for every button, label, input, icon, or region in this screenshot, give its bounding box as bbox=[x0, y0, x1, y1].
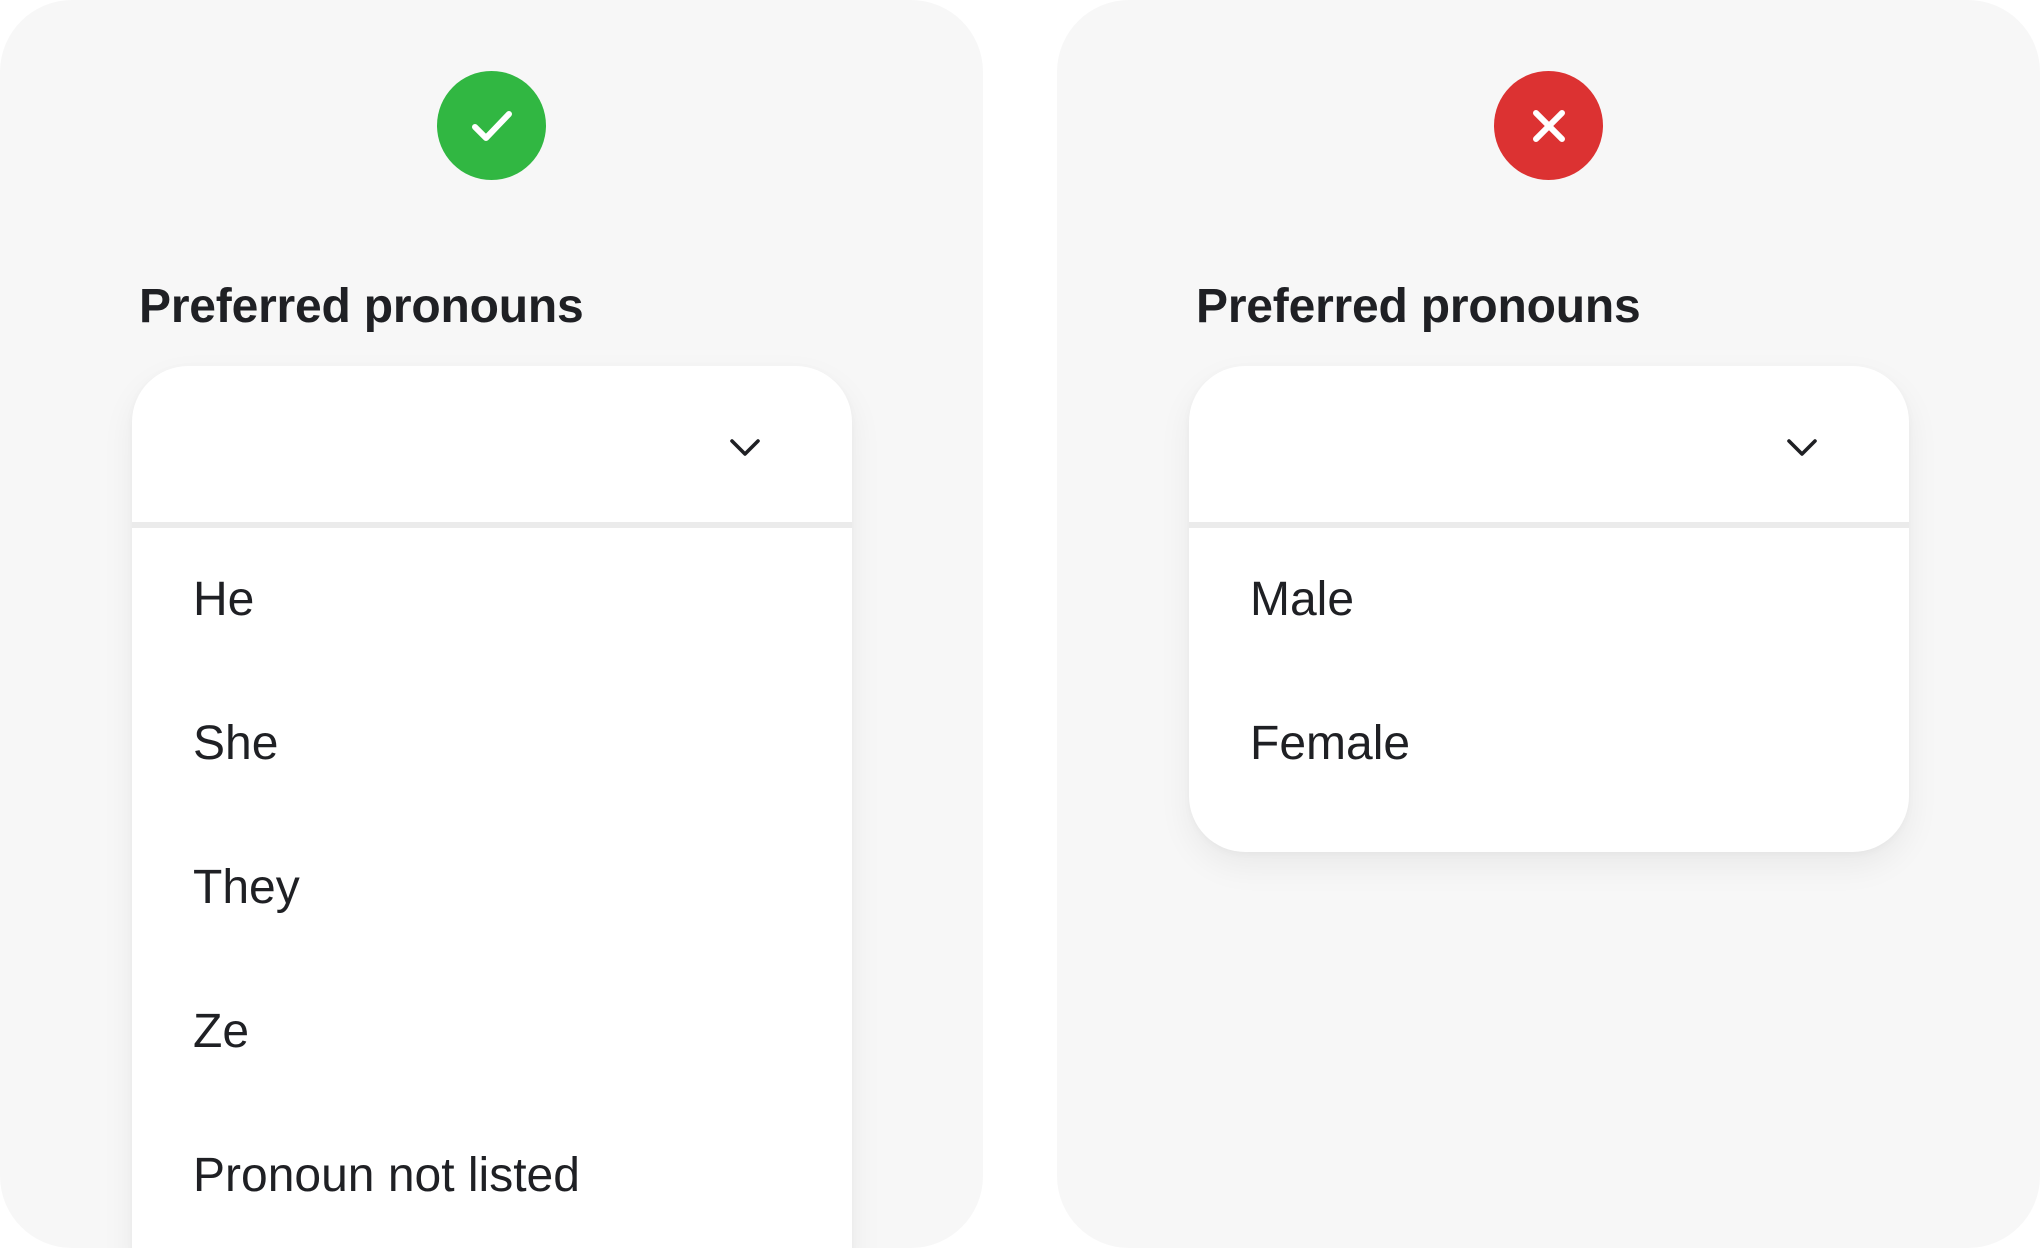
dropdown-option-male[interactable]: Male bbox=[1189, 528, 1909, 672]
gender-dropdown[interactable]: Male Female bbox=[1189, 366, 1909, 852]
dropdown-option-they[interactable]: They bbox=[132, 816, 852, 960]
pronoun-dropdown[interactable]: He She They Ze Pronoun not listed bbox=[132, 366, 852, 1248]
checkmark-icon bbox=[437, 71, 546, 180]
chevron-down-icon[interactable] bbox=[1785, 430, 1819, 464]
field-label: Preferred pronouns bbox=[139, 280, 584, 333]
close-icon bbox=[1494, 71, 1603, 180]
bad-example-panel: Preferred pronouns Male Female bbox=[1057, 0, 2040, 1248]
dropdown-option-she[interactable]: She bbox=[132, 672, 852, 816]
dropdown-option-female[interactable]: Female bbox=[1189, 672, 1909, 816]
dropdown-options-list: Male Female bbox=[1189, 528, 1909, 816]
field-label: Preferred pronouns bbox=[1196, 280, 1641, 333]
dropdown-select-field[interactable] bbox=[1189, 366, 1909, 528]
dropdown-option-ze[interactable]: Ze bbox=[132, 960, 852, 1104]
dropdown-option-he[interactable]: He bbox=[132, 528, 852, 672]
chevron-down-icon[interactable] bbox=[728, 430, 762, 464]
dropdown-option-pronoun-not-listed[interactable]: Pronoun not listed bbox=[132, 1104, 852, 1248]
dropdown-select-field[interactable] bbox=[132, 366, 852, 528]
dropdown-options-list: He She They Ze Pronoun not listed bbox=[132, 528, 852, 1248]
good-example-panel: Preferred pronouns He She They Ze Pronou… bbox=[0, 0, 983, 1248]
